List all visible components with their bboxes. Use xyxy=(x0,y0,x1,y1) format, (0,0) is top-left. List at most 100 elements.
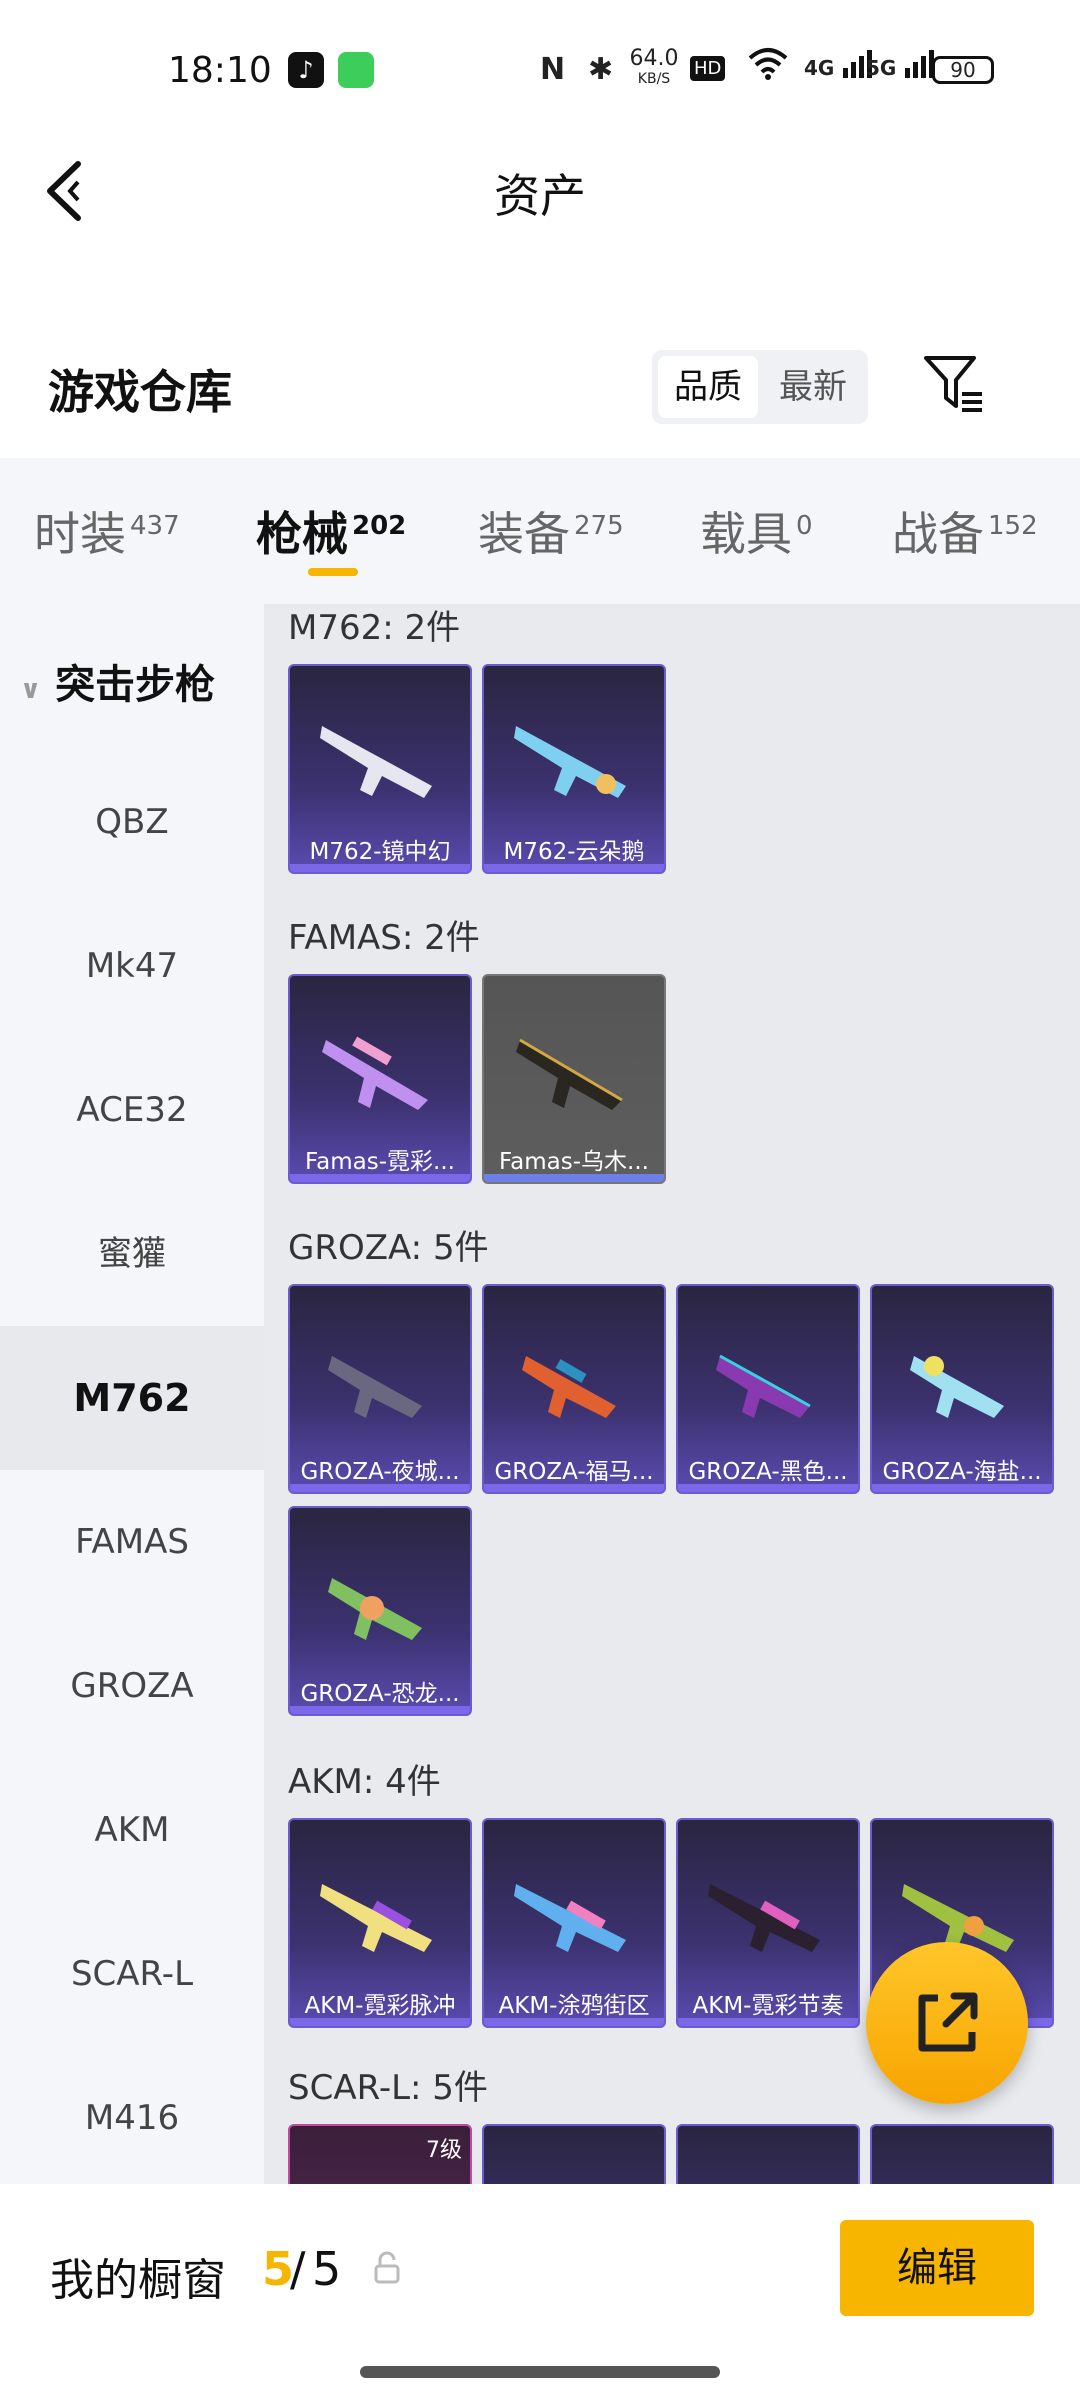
rifle-icon xyxy=(328,1356,422,1418)
rifle-icon xyxy=(514,726,626,798)
tab-fashion[interactable]: 时装 437 xyxy=(34,498,180,564)
chevron-down-icon: ∨ xyxy=(20,675,42,705)
rarity-bar xyxy=(678,1484,858,1492)
skin-name: GROZA-夜城... xyxy=(300,1459,460,1485)
rarity-bar xyxy=(484,1484,664,1492)
showcase-label: 我的橱窗 xyxy=(50,2255,226,2306)
sidebar-item-honeybadger[interactable]: 蜜獾 xyxy=(0,1182,264,1326)
tab-equipment[interactable]: 装备 275 xyxy=(478,498,624,564)
home-indicator[interactable] xyxy=(360,2366,720,2378)
skin-card[interactable]: 7级 xyxy=(288,2124,472,2184)
signal-4g-label: 4G xyxy=(804,56,835,80)
skin-card[interactable]: GROZA-黑色... xyxy=(676,1284,860,1494)
skin-name: GROZA-海盐... xyxy=(882,1459,1042,1485)
skin-card[interactable]: GROZA-海盐... xyxy=(870,1284,1054,1494)
group-title-groza: GROZA: 5件 xyxy=(288,1228,489,1268)
sidebar-item-groza[interactable]: GROZA xyxy=(0,1614,264,1758)
rarity-bar xyxy=(290,1706,470,1714)
sidebar-item-qbz[interactable]: QBZ xyxy=(0,750,264,894)
network-speed-unit: KB/S xyxy=(637,71,671,87)
group-title-akm: AKM: 4件 xyxy=(288,1762,441,1802)
tab-vehicles[interactable]: 载具 0 xyxy=(700,498,813,564)
rarity-bar xyxy=(678,2018,858,2026)
tab-count: 275 xyxy=(574,510,624,541)
skin-name: GROZA-黑色... xyxy=(688,1459,848,1485)
sidebar-item-akm[interactable]: AKM xyxy=(0,1758,264,1902)
rifle-icon xyxy=(506,2166,646,2184)
rifle-icon xyxy=(322,1036,428,1110)
rifle-icon xyxy=(700,2166,840,2184)
tab-count: 0 xyxy=(796,510,813,541)
skin-card[interactable]: M762-云朵鹅 xyxy=(482,664,666,874)
tab-label: 时装 xyxy=(34,507,126,561)
skin-name: M762-云朵鹅 xyxy=(503,839,645,865)
skin-card[interactable]: M762-镜中幻 xyxy=(288,664,472,874)
skin-card[interactable] xyxy=(482,2124,666,2184)
category-header[interactable]: ∨ 突击步枪 xyxy=(20,652,215,710)
active-tab-indicator xyxy=(308,568,358,576)
skin-card[interactable]: AKM-霓彩脉冲 xyxy=(288,1818,472,2028)
filter-icon[interactable] xyxy=(922,352,986,416)
showcase-bar: 我的橱窗 5 / 5 编辑 xyxy=(0,2184,1080,2400)
skin-card[interactable] xyxy=(870,2124,1054,2184)
rifle-icon xyxy=(516,1038,623,1110)
rarity-bar xyxy=(484,864,664,872)
status-bar: 18:10 ♪ N ✱ 64.0 KB/S HD 4G 5G 90 xyxy=(0,0,1080,130)
rarity-bar xyxy=(872,1484,1052,1492)
skin-name: Famas-乌木... xyxy=(499,1149,649,1175)
tab-supplies[interactable]: 战备 152 xyxy=(892,498,1038,564)
level-badge: 7级 xyxy=(426,2138,462,2163)
hd-icon: HD xyxy=(690,56,726,81)
sidebar-item-mk47[interactable]: Mk47 xyxy=(0,894,264,1038)
tab-count: 152 xyxy=(988,510,1038,541)
sidebar-item-ace32[interactable]: ACE32 xyxy=(0,1038,264,1182)
network-speed: 64.0 KB/S xyxy=(624,48,684,90)
group-title-m762: M762: 2件 xyxy=(288,608,461,648)
share-button[interactable] xyxy=(866,1942,1028,2104)
group-title-scar-l: SCAR-L: 5件 xyxy=(288,2068,488,2108)
skin-name: M762-镜中幻 xyxy=(309,839,451,865)
tab-label: 枪械 xyxy=(256,507,348,561)
sidebar-item-scar-l[interactable]: SCAR-L xyxy=(0,1902,264,2046)
share-icon xyxy=(918,1992,978,2052)
group-title-famas: FAMAS: 2件 xyxy=(288,918,480,958)
warehouse-title: 游戏仓库 xyxy=(48,365,232,419)
rifle-icon xyxy=(522,1356,616,1418)
rarity-bar xyxy=(290,2018,470,2026)
sidebar-item-m416[interactable]: M416 xyxy=(0,2046,264,2190)
skin-card[interactable]: Famas-霓彩... xyxy=(288,974,472,1184)
skin-card[interactable]: GROZA-福马... xyxy=(482,1284,666,1494)
skin-name: Famas-霓彩... xyxy=(305,1149,455,1175)
sort-toggle: 品质 最新 xyxy=(652,350,868,424)
rifle-icon xyxy=(320,726,432,798)
wifi-icon xyxy=(748,46,788,89)
battery-icon: 90 xyxy=(932,56,994,84)
tab-label: 载具 xyxy=(700,507,792,561)
sidebar-item-famas[interactable]: FAMAS xyxy=(0,1470,264,1614)
rifle-icon xyxy=(716,1354,811,1418)
skin-card[interactable]: AKM-霓彩节奏 xyxy=(676,1818,860,2028)
skin-card[interactable]: Famas-乌木... xyxy=(482,974,666,1184)
signal-5g-icon: 5G xyxy=(866,48,935,80)
bluetooth-icon: ✱ xyxy=(588,52,614,87)
rifle-icon xyxy=(312,2166,452,2184)
nfc-icon: N xyxy=(540,52,566,87)
sort-latest-button[interactable]: 最新 xyxy=(764,356,862,418)
rifle-icon xyxy=(328,1578,422,1640)
edit-showcase-button[interactable]: 编辑 xyxy=(840,2220,1034,2316)
skin-card[interactable]: AKM-涂鸦街区 xyxy=(482,1818,666,2028)
sidebar-item-m762[interactable]: M762 xyxy=(0,1326,264,1470)
rifle-icon xyxy=(894,2166,1034,2184)
rarity-bar xyxy=(484,2018,664,2026)
skin-name: AKM-涂鸦街区 xyxy=(498,1993,650,2019)
skin-card[interactable] xyxy=(676,2124,860,2184)
skin-name: GROZA-福马... xyxy=(494,1459,654,1485)
rarity-bar xyxy=(484,1174,664,1182)
skin-name: GROZA-恐龙... xyxy=(300,1681,460,1707)
sort-quality-button[interactable]: 品质 xyxy=(658,356,758,418)
tab-count: 202 xyxy=(352,510,407,541)
tab-weapons[interactable]: 枪械 202 xyxy=(256,498,406,564)
skin-card[interactable]: GROZA-恐龙... xyxy=(288,1506,472,1716)
signal-5g-label: 5G xyxy=(866,56,897,80)
skin-card[interactable]: GROZA-夜城... xyxy=(288,1284,472,1494)
